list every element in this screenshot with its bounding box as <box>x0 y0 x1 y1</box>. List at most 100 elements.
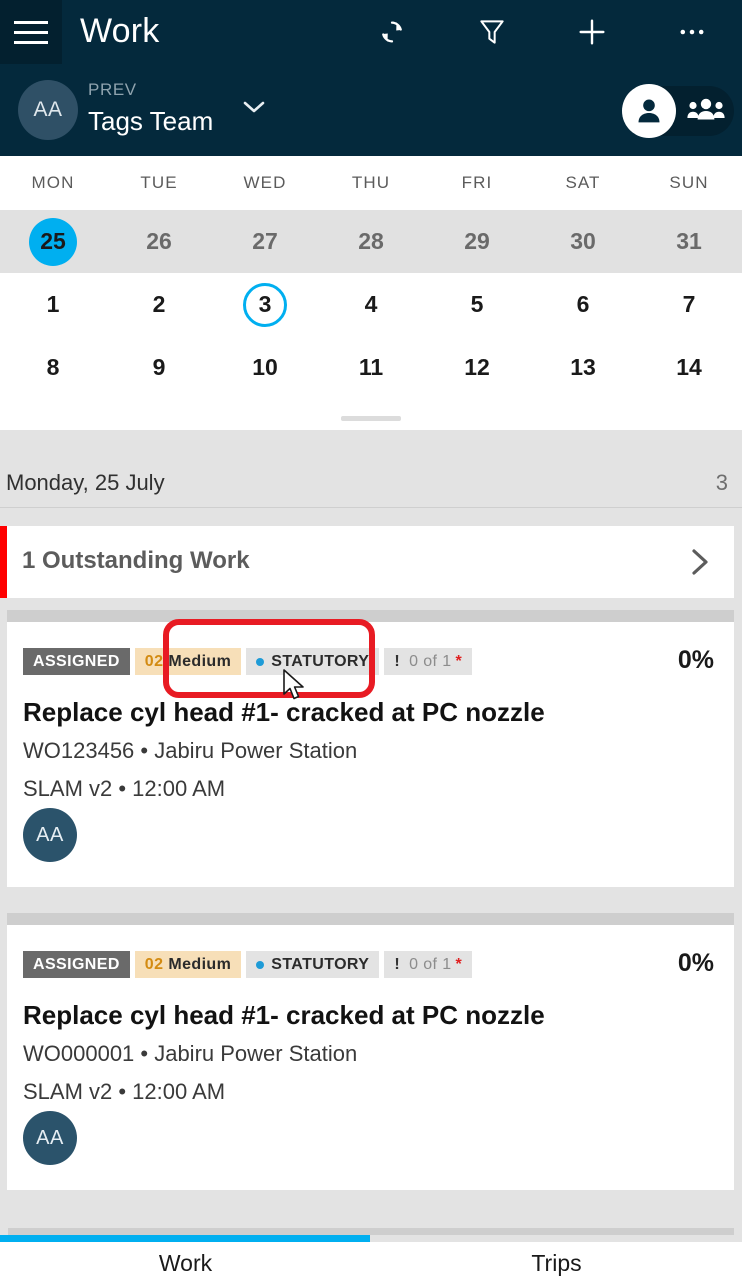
date-section-header: Monday, 25 July 3 <box>0 456 742 508</box>
filter-button[interactable] <box>442 0 542 64</box>
calendar-day-number: 1 <box>46 291 60 317</box>
tab-work[interactable]: Work <box>0 1242 371 1285</box>
work-card-title: Replace cyl head #1- cracked at PC nozzl… <box>23 697 545 727</box>
work-card-meta: SLAM v2 • 12:00 AM <box>23 776 226 801</box>
calendar-day-number: 13 <box>570 354 596 380</box>
team-prev-label: PREV <box>88 80 137 99</box>
avatar: AA <box>18 80 78 140</box>
team-selector-chevron[interactable] <box>238 95 270 119</box>
calendar-day-number: 12 <box>464 354 490 380</box>
priority-label: Medium <box>168 652 232 670</box>
calendar-day-number: 7 <box>682 291 696 317</box>
tab-trips[interactable]: Trips <box>371 1242 742 1285</box>
calendar-drag-handle[interactable] <box>341 416 401 421</box>
calendar-weekday: SAT <box>565 173 601 192</box>
person-team-toggle[interactable] <box>622 84 734 138</box>
exclamation-icon: ! <box>394 955 401 973</box>
tab-trips-label: Trips <box>531 1250 582 1276</box>
outstanding-work-label: 1 Outstanding Work <box>22 547 250 574</box>
calendar-day-number: 4 <box>364 291 378 317</box>
calendar-day-cell[interactable]: 14 <box>636 336 742 399</box>
calendar-day-cell[interactable]: 5 <box>424 273 530 336</box>
work-card-avatar: AA <box>23 1111 77 1165</box>
team-name-label: Tags Team <box>88 106 214 136</box>
work-card-badges: ASSIGNED 02 Medium STATUTORY ! 0 of 1 * <box>23 648 473 675</box>
outstanding-work-row[interactable]: 1 Outstanding Work <box>0 526 734 598</box>
calendar-day-cell[interactable]: 1 <box>0 273 106 336</box>
calendar-day-cell[interactable]: 28 <box>318 210 424 273</box>
priority-number: 02 <box>144 955 164 973</box>
calendar-day-cell[interactable]: 31 <box>636 210 742 273</box>
chevron-down-icon <box>243 101 265 113</box>
statutory-badge: STATUTORY <box>246 648 380 675</box>
calendar-day-cell[interactable]: 25 <box>0 210 106 273</box>
calendar-day-cell[interactable]: 29 <box>424 210 530 273</box>
calendar-day-cell[interactable]: 30 <box>530 210 636 273</box>
calendar-day-cell[interactable]: 9 <box>106 336 212 399</box>
calendar-day-cell[interactable]: 2 <box>106 273 212 336</box>
calendar-day-cell[interactable]: 4 <box>318 273 424 336</box>
priority-number: 02 <box>144 652 164 670</box>
outstanding-work-chevron[interactable] <box>688 548 714 576</box>
work-card[interactable]: ASSIGNED 02 Medium STATUTORY ! 0 of 1 * 0% … <box>7 925 734 1190</box>
exclamation-icon: ! <box>394 652 401 670</box>
statutory-badge: STATUTORY <box>246 951 380 978</box>
calendar-weekday: TUE <box>140 173 178 192</box>
statutory-label: STATUTORY <box>271 652 370 670</box>
calendar-day-number: 5 <box>470 291 484 317</box>
calendar-week-row: 25 26 27 28 29 30 31 <box>0 210 742 273</box>
progress-percent: 0% <box>677 646 714 674</box>
status-badge: ASSIGNED <box>23 951 130 978</box>
calendar-day-number: 9 <box>152 354 166 380</box>
status-badge: ASSIGNED <box>23 648 130 675</box>
calendar-weekday-row: MON TUE WED THU FRI SAT SUN <box>0 156 742 210</box>
chevron-right-icon <box>692 549 708 575</box>
work-card-badges: ASSIGNED 02 Medium STATUTORY ! 0 of 1 * <box>23 951 473 978</box>
calendar-day-cell[interactable]: 26 <box>106 210 212 273</box>
add-icon <box>579 19 605 45</box>
calendar-weekday: MON <box>31 173 75 192</box>
more-options-button[interactable] <box>642 0 742 64</box>
work-card[interactable]: ASSIGNED 02 Medium STATUTORY ! 0 of 1 * 0% … <box>7 622 734 887</box>
priority-label: Medium <box>168 955 232 973</box>
calendar-day-cell[interactable]: 27 <box>212 210 318 273</box>
hamburger-icon-bar-3 <box>14 41 48 44</box>
priority-badge: 02 Medium <box>134 648 242 675</box>
calendar-day-cell[interactable]: 12 <box>424 336 530 399</box>
statutory-dot-icon <box>256 657 265 666</box>
calendar-day-cell[interactable]: 7 <box>636 273 742 336</box>
calendar-day-number: 3 <box>258 291 272 317</box>
bottom-navigation: Work Trips <box>0 1242 742 1285</box>
calendar-day-cell[interactable]: 8 <box>0 336 106 399</box>
tab-work-label: Work <box>158 1250 213 1276</box>
calendar-day-cell[interactable]: 13 <box>530 336 636 399</box>
required-asterisk-icon: * <box>455 652 463 670</box>
card-divider-strip <box>7 913 734 925</box>
calendar-day-cell[interactable]: 11 <box>318 336 424 399</box>
calendar-day-number: 25 <box>40 228 66 254</box>
person-icon <box>638 99 660 123</box>
calendar-day-cell[interactable]: 6 <box>530 273 636 336</box>
work-card-subtitle: WO000001 • Jabiru Power Station <box>23 1041 358 1066</box>
calendar-day-number: 27 <box>252 228 278 254</box>
calendar-day-cell-today[interactable]: 3 <box>212 273 318 336</box>
calendar-week-row: 1 2 3 4 5 6 7 <box>0 273 742 336</box>
statutory-dot-icon <box>256 960 265 969</box>
toggle-knob-person[interactable] <box>622 84 676 138</box>
card-divider-strip <box>7 610 734 622</box>
hamburger-menu-button[interactable] <box>0 0 62 64</box>
calendar-day-cell[interactable]: 10 <box>212 336 318 399</box>
priority-badge: 02 Medium <box>134 951 242 978</box>
required-asterisk-icon: * <box>455 955 463 973</box>
filter-icon <box>480 20 504 44</box>
calendar-weekday: FRI <box>461 173 493 192</box>
sync-icon <box>382 21 402 43</box>
statutory-label: STATUTORY <box>271 955 370 973</box>
active-tab-indicator <box>0 1235 370 1242</box>
work-card-meta: SLAM v2 • 12:00 AM <box>23 1079 226 1104</box>
scrollbar-track[interactable] <box>8 1228 734 1235</box>
add-button[interactable] <box>542 0 642 64</box>
sync-button[interactable] <box>342 0 442 64</box>
tasks-count: 0 of 1 <box>409 652 452 670</box>
toggle-group-option[interactable] <box>685 98 727 124</box>
